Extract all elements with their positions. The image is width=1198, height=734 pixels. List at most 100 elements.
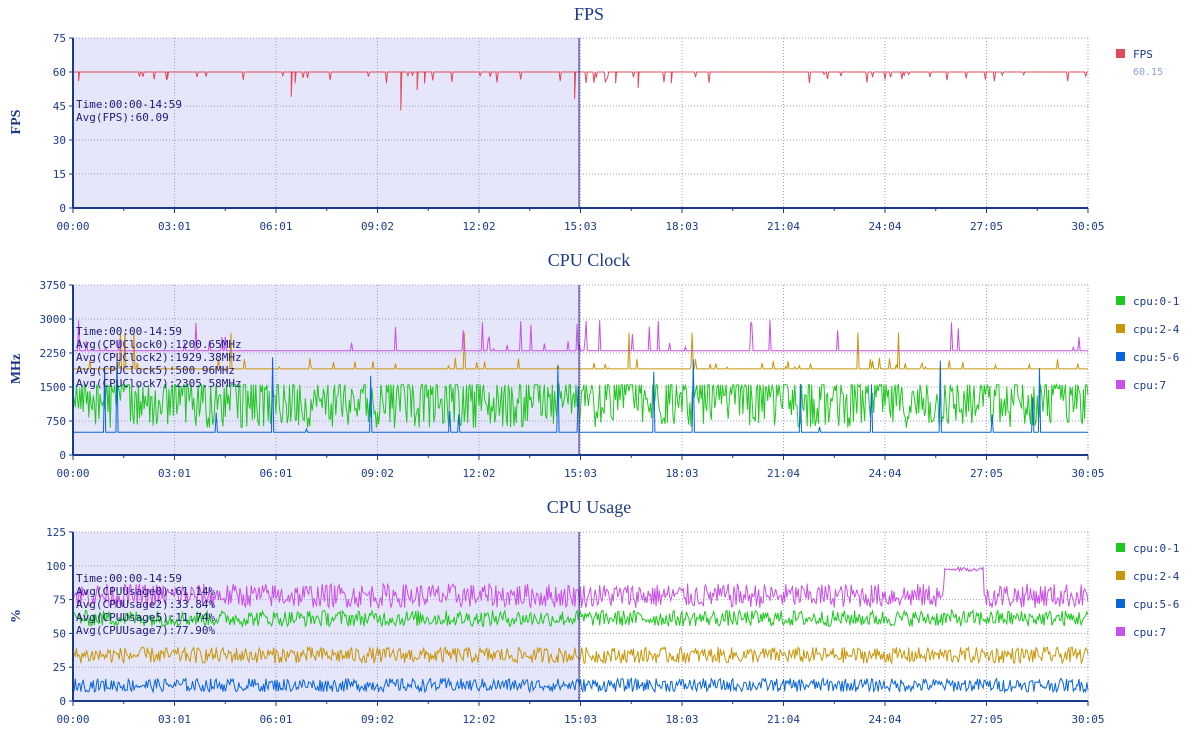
plot-area[interactable] (72, 37, 1089, 209)
x-tick-label: 30:05 (1071, 220, 1104, 233)
annotation-line: Avg(CPUUsage2):33.84% (76, 598, 215, 611)
x-tick-label: 06:01 (259, 467, 292, 480)
cpu-clock-chart: CPU Clock MHz Time:00:00-14:59 Avg(CPUCl… (9, 250, 1180, 480)
x-tick-label: 21:04 (767, 713, 800, 726)
x-tick-label: 03:01 (158, 220, 191, 233)
legend-swatch (1116, 352, 1125, 361)
x-tick-label: 21:04 (767, 467, 800, 480)
legend-label: cpu:7 (1133, 626, 1166, 639)
y-tick-label: 2250 (40, 347, 67, 360)
y-axis-label: FPS (9, 109, 24, 134)
fps-chart: FPS FPS Time:00:00-14:59 Avg(FPS):60.09 … (9, 4, 1163, 233)
annotation-line: Time:00:00-14:59 (76, 325, 182, 338)
x-tick-label: 00:00 (56, 713, 89, 726)
legend-item[interactable]: cpu:2-4 (1116, 323, 1180, 336)
annotation-line: Avg(CPUUsage5):11.74% (76, 611, 215, 624)
x-tick-label: 30:05 (1071, 713, 1104, 726)
chart-title: FPS (574, 4, 604, 24)
legend-label: cpu:2-4 (1133, 323, 1180, 336)
x-tick-label: 27:05 (970, 220, 1003, 233)
chart-title: CPU Usage (547, 497, 632, 517)
y-tick-label: 0 (59, 449, 66, 462)
legend-item[interactable]: cpu:0-1 (1116, 295, 1179, 308)
x-tick-label: 12:02 (462, 713, 495, 726)
x-tick-label: 21:04 (767, 220, 800, 233)
y-tick-label: 50 (53, 627, 66, 640)
legend-item[interactable]: cpu:7 (1116, 626, 1166, 639)
x-tick-label: 27:05 (970, 467, 1003, 480)
legend-item[interactable]: cpu:0-1 (1116, 542, 1179, 555)
legend-item[interactable]: cpu:7 (1116, 379, 1166, 392)
annotation-line: Avg(FPS):60.09 (76, 111, 169, 124)
annotation-line: Avg(CPUClock0):1200.65MHz (76, 338, 242, 351)
annotation-line: Avg(CPUUsage0):61.14% (76, 585, 215, 598)
legend-label: cpu:0-1 (1133, 295, 1179, 308)
legend-item[interactable]: cpu:2-4 (1116, 570, 1180, 583)
legend-item[interactable]: FPS 60.15 (1116, 48, 1163, 78)
x-tick-label: 18:03 (665, 467, 698, 480)
y-tick-label: 75 (53, 32, 66, 45)
legend-label: FPS (1133, 48, 1153, 61)
y-tick-label: 75 (53, 594, 66, 607)
y-tick-label: 1500 (40, 381, 67, 394)
annotation-line: Avg(CPUClock2):1929.38MHz (76, 351, 242, 364)
x-tick-label: 00:00 (56, 467, 89, 480)
y-tick-label: 100 (46, 560, 66, 573)
legend-swatch (1116, 571, 1125, 580)
y-tick-label: 3000 (40, 313, 67, 326)
legend-swatch (1116, 599, 1125, 608)
legend-label: cpu:0-1 (1133, 542, 1179, 555)
y-tick-label: 3750 (40, 279, 67, 292)
x-tick-label: 27:05 (970, 713, 1003, 726)
annotation-line: Avg(CPUClock5):500.96MHz (76, 364, 235, 377)
x-tick-label: 15:03 (564, 467, 597, 480)
x-tick-label: 24:04 (868, 467, 901, 480)
annotation-line: Time:00:00-14:59 (76, 572, 182, 585)
legend-label: cpu:2-4 (1133, 570, 1180, 583)
legend-value: 60.15 (1133, 67, 1163, 78)
x-tick-label: 12:02 (462, 220, 495, 233)
legend-swatch (1116, 296, 1125, 305)
y-tick-label: 30 (53, 134, 66, 147)
x-tick-label: 00:00 (56, 220, 89, 233)
y-tick-label: 0 (59, 695, 66, 708)
dashboard-charts: FPS FPS Time:00:00-14:59 Avg(FPS):60.09 … (9, 4, 1180, 726)
annotation-line: Avg(CPUUsage7):77.90% (76, 624, 215, 637)
y-tick-label: 0 (59, 202, 66, 215)
legend-label: cpu:7 (1133, 379, 1166, 392)
x-tick-label: 15:03 (564, 220, 597, 233)
legend-item[interactable]: cpu:5-6 (1116, 598, 1179, 611)
legend-label: cpu:5-6 (1133, 598, 1179, 611)
x-tick-label: 18:03 (665, 713, 698, 726)
legend-swatch (1116, 543, 1125, 552)
y-tick-label: 60 (53, 66, 66, 79)
legend-swatch (1116, 627, 1125, 636)
x-tick-label: 18:03 (665, 220, 698, 233)
y-tick-label: 125 (46, 526, 66, 539)
x-tick-label: 12:02 (462, 467, 495, 480)
x-tick-label: 09:02 (361, 713, 394, 726)
x-tick-label: 03:01 (158, 713, 191, 726)
y-axis-label: % (9, 609, 24, 623)
annotation-line: Avg(CPUClock7):2305.58MHz (76, 377, 242, 390)
legend-swatch (1116, 324, 1125, 333)
chart-title: CPU Clock (548, 250, 631, 270)
cpu-usage-chart: CPU Usage % Time:00:00-14:59 Avg(CPUUsag… (9, 497, 1180, 726)
x-tick-label: 24:04 (868, 220, 901, 233)
y-axis-label: MHz (9, 354, 24, 384)
x-tick-label: 06:01 (259, 220, 292, 233)
x-tick-label: 09:02 (361, 467, 394, 480)
x-tick-label: 15:03 (564, 713, 597, 726)
x-tick-label: 03:01 (158, 467, 191, 480)
y-tick-label: 45 (53, 100, 66, 113)
plot-area[interactable] (72, 531, 1089, 702)
y-tick-label: 15 (53, 168, 66, 181)
x-tick-label: 06:01 (259, 713, 292, 726)
y-tick-label: 25 (53, 661, 66, 674)
legend-item[interactable]: cpu:5-6 (1116, 351, 1179, 364)
x-tick-label: 24:04 (868, 713, 901, 726)
legend-label: cpu:5-6 (1133, 351, 1179, 364)
x-tick-label: 30:05 (1071, 467, 1104, 480)
legend-swatch (1116, 380, 1125, 389)
x-tick-label: 09:02 (361, 220, 394, 233)
